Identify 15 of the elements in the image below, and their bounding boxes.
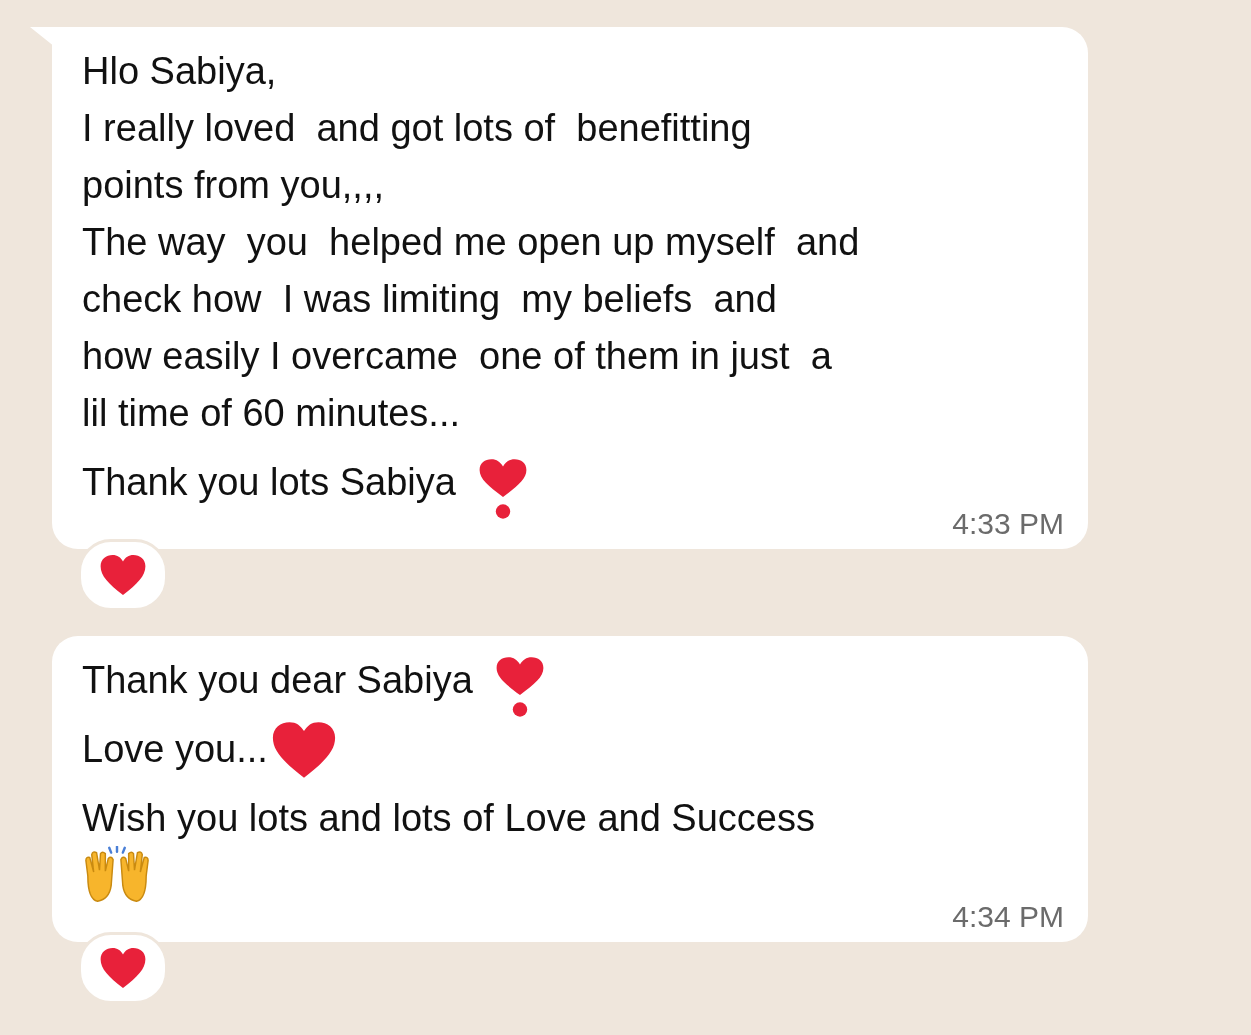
message-text: Wish you lots and lots of Love and Success xyxy=(82,796,815,841)
message-text: how easily I overcame one of them in just a xyxy=(82,334,832,379)
heart-icon xyxy=(99,553,147,597)
message-text: lil time of 60 minutes... xyxy=(82,391,461,436)
message-text: I really loved and got lots of benefitting xyxy=(82,106,752,151)
message-text: Thank you dear Sabiya xyxy=(82,658,473,703)
message-text: Love you... xyxy=(82,727,268,772)
message-text: points from you,,,, xyxy=(82,163,384,208)
heart-icon xyxy=(99,946,147,990)
message-time: 4:33 PM xyxy=(952,507,1064,541)
message-text: Hlo Sabiya, xyxy=(82,49,277,94)
message-text: The way you helped me open up myself and xyxy=(82,220,860,265)
message-time: 4:34 PM xyxy=(952,900,1064,934)
message-text: Thank you lots Sabiya xyxy=(82,460,456,505)
message-text: check how I was limiting my beliefs and xyxy=(82,277,777,322)
